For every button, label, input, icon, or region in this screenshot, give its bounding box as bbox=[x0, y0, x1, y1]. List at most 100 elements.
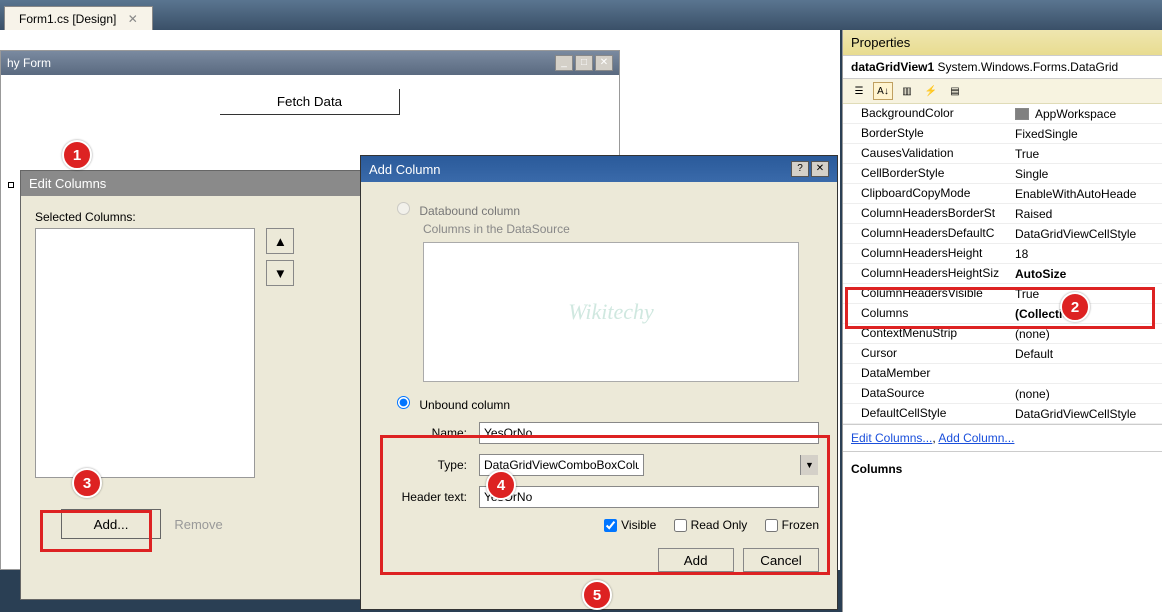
property-name: DefaultCellStyle bbox=[843, 404, 1011, 423]
tab-label: Form1.cs [Design] bbox=[19, 12, 116, 26]
property-pages-icon[interactable]: ▤ bbox=[945, 82, 965, 100]
property-name: BorderStyle bbox=[843, 124, 1011, 143]
databound-label: Databound column bbox=[419, 204, 520, 218]
visible-checkbox[interactable] bbox=[604, 519, 617, 532]
header-text-label: Header text: bbox=[379, 490, 479, 504]
selected-columns-label: Selected Columns: bbox=[35, 210, 405, 224]
add-column-dialog: Add Column ? ✕ Databound column Columns … bbox=[360, 155, 838, 610]
property-value[interactable]: AppWorkspace bbox=[1011, 104, 1162, 123]
color-swatch-icon bbox=[1015, 108, 1029, 120]
property-description-title: Columns bbox=[851, 462, 902, 476]
property-row[interactable]: DefaultCellStyleDataGridViewCellStyle bbox=[843, 404, 1162, 424]
property-name: ClipboardCopyMode bbox=[843, 184, 1011, 203]
cancel-button[interactable]: Cancel bbox=[743, 548, 819, 572]
property-name: BackgroundColor bbox=[843, 104, 1011, 123]
property-name: DataMember bbox=[843, 364, 1011, 383]
property-name: ColumnHeadersBorderSt bbox=[843, 204, 1011, 223]
property-value[interactable]: DataGridViewCellStyle bbox=[1011, 224, 1162, 243]
property-value[interactable]: EnableWithAutoHeade bbox=[1011, 184, 1162, 203]
add-column-link[interactable]: Add Column... bbox=[938, 431, 1014, 445]
selected-object-name: dataGridView1 bbox=[851, 60, 934, 74]
readonly-checkbox[interactable] bbox=[674, 519, 687, 532]
property-name: CausesValidation bbox=[843, 144, 1011, 163]
close-icon[interactable]: ✕ bbox=[811, 161, 829, 177]
move-down-button[interactable]: ▼ bbox=[266, 260, 294, 286]
name-label: Name: bbox=[379, 426, 479, 440]
property-row[interactable]: BorderStyleFixedSingle bbox=[843, 124, 1162, 144]
datasource-columns-label: Columns in the DataSource bbox=[423, 222, 819, 236]
readonly-checkbox-label[interactable]: Read Only bbox=[674, 518, 748, 532]
unbound-radio[interactable] bbox=[397, 396, 410, 409]
property-value[interactable]: Raised bbox=[1011, 204, 1162, 223]
property-row[interactable]: ColumnHeadersDefaultCDataGridViewCellSty… bbox=[843, 224, 1162, 244]
alphabetical-icon[interactable]: A↓ bbox=[873, 82, 893, 100]
property-row[interactable]: ColumnHeadersHeight18 bbox=[843, 244, 1162, 264]
name-input[interactable] bbox=[479, 422, 819, 444]
property-value[interactable]: (none) bbox=[1011, 324, 1162, 343]
property-value[interactable]: Single bbox=[1011, 164, 1162, 183]
property-row[interactable]: CursorDefault bbox=[843, 344, 1162, 364]
property-value[interactable]: AutoSize bbox=[1011, 264, 1162, 283]
unbound-radio-row[interactable]: Unbound column bbox=[397, 396, 819, 412]
property-description-pane: Columns bbox=[843, 452, 1162, 484]
categorized-icon[interactable]: ☰ bbox=[849, 82, 869, 100]
frozen-checkbox[interactable] bbox=[765, 519, 778, 532]
property-name: ColumnHeadersHeight bbox=[843, 244, 1011, 263]
form-title: hy Form bbox=[7, 56, 51, 70]
property-value[interactable]: (none) bbox=[1011, 384, 1162, 403]
events-icon[interactable]: ⚡ bbox=[921, 82, 941, 100]
properties-panel: Properties dataGridView1 System.Windows.… bbox=[842, 30, 1162, 612]
remove-button[interactable]: Remove bbox=[174, 517, 222, 532]
visible-checkbox-label[interactable]: Visible bbox=[604, 518, 656, 532]
property-row[interactable]: ColumnHeadersVisibleTrue bbox=[843, 284, 1162, 304]
property-value[interactable]: DataGridViewCellStyle bbox=[1011, 404, 1162, 423]
selected-columns-listbox[interactable] bbox=[35, 228, 255, 478]
callout-4: 4 bbox=[486, 470, 516, 500]
property-row[interactable]: DataMember bbox=[843, 364, 1162, 384]
dialog-title: Add Column bbox=[369, 162, 441, 177]
add-button[interactable]: Add... bbox=[61, 509, 161, 539]
help-icon[interactable]: ? bbox=[791, 161, 809, 177]
property-name: ColumnHeadersHeightSiz bbox=[843, 264, 1011, 283]
callout-5: 5 bbox=[582, 580, 612, 610]
add-button[interactable]: Add bbox=[658, 548, 734, 572]
property-name: Cursor bbox=[843, 344, 1011, 363]
selected-object-type: System.Windows.Forms.DataGrid bbox=[938, 60, 1119, 74]
edit-columns-link[interactable]: Edit Columns... bbox=[851, 431, 932, 445]
document-tabbar: Form1.cs [Design] ✕ bbox=[0, 0, 1162, 30]
property-row[interactable]: BackgroundColorAppWorkspace bbox=[843, 104, 1162, 124]
property-name: DataSource bbox=[843, 384, 1011, 403]
maximize-icon[interactable]: □ bbox=[575, 55, 593, 71]
property-grid[interactable]: BackgroundColorAppWorkspaceBorderStyleFi… bbox=[843, 104, 1162, 424]
property-value[interactable]: 18 bbox=[1011, 244, 1162, 263]
property-row[interactable]: DataSource(none) bbox=[843, 384, 1162, 404]
property-value[interactable]: FixedSingle bbox=[1011, 124, 1162, 143]
resize-handle[interactable] bbox=[8, 182, 14, 188]
close-icon[interactable]: ✕ bbox=[595, 55, 613, 71]
databound-radio bbox=[397, 202, 410, 215]
databound-radio-row[interactable]: Databound column bbox=[397, 202, 819, 218]
frozen-checkbox-label[interactable]: Frozen bbox=[765, 518, 819, 532]
properties-icon[interactable]: ▥ bbox=[897, 82, 917, 100]
property-row[interactable]: CellBorderStyleSingle bbox=[843, 164, 1162, 184]
move-up-button[interactable]: ▲ bbox=[266, 228, 294, 254]
close-icon[interactable]: ✕ bbox=[128, 12, 138, 26]
unbound-label: Unbound column bbox=[419, 398, 510, 412]
minimize-icon[interactable]: _ bbox=[555, 55, 573, 71]
property-row[interactable]: ContextMenuStrip(none) bbox=[843, 324, 1162, 344]
property-name: ContextMenuStrip bbox=[843, 324, 1011, 343]
property-value[interactable] bbox=[1011, 364, 1162, 383]
property-name: CellBorderStyle bbox=[843, 164, 1011, 183]
property-row[interactable]: ClipboardCopyModeEnableWithAutoHeade bbox=[843, 184, 1162, 204]
property-value[interactable]: Default bbox=[1011, 344, 1162, 363]
property-value[interactable]: True bbox=[1011, 144, 1162, 163]
property-row[interactable]: ColumnHeadersBorderStRaised bbox=[843, 204, 1162, 224]
property-row[interactable]: CausesValidationTrue bbox=[843, 144, 1162, 164]
header-text-input[interactable] bbox=[479, 486, 819, 508]
properties-selected-object[interactable]: dataGridView1 System.Windows.Forms.DataG… bbox=[843, 56, 1162, 79]
tab-form1-design[interactable]: Form1.cs [Design] ✕ bbox=[4, 6, 153, 31]
fetch-data-button[interactable]: Fetch Data bbox=[220, 89, 400, 115]
chevron-down-icon[interactable]: ▼ bbox=[800, 455, 818, 475]
property-row[interactable]: ColumnHeadersHeightSizAutoSize bbox=[843, 264, 1162, 284]
property-row[interactable]: Columns(Collection) bbox=[843, 304, 1162, 324]
